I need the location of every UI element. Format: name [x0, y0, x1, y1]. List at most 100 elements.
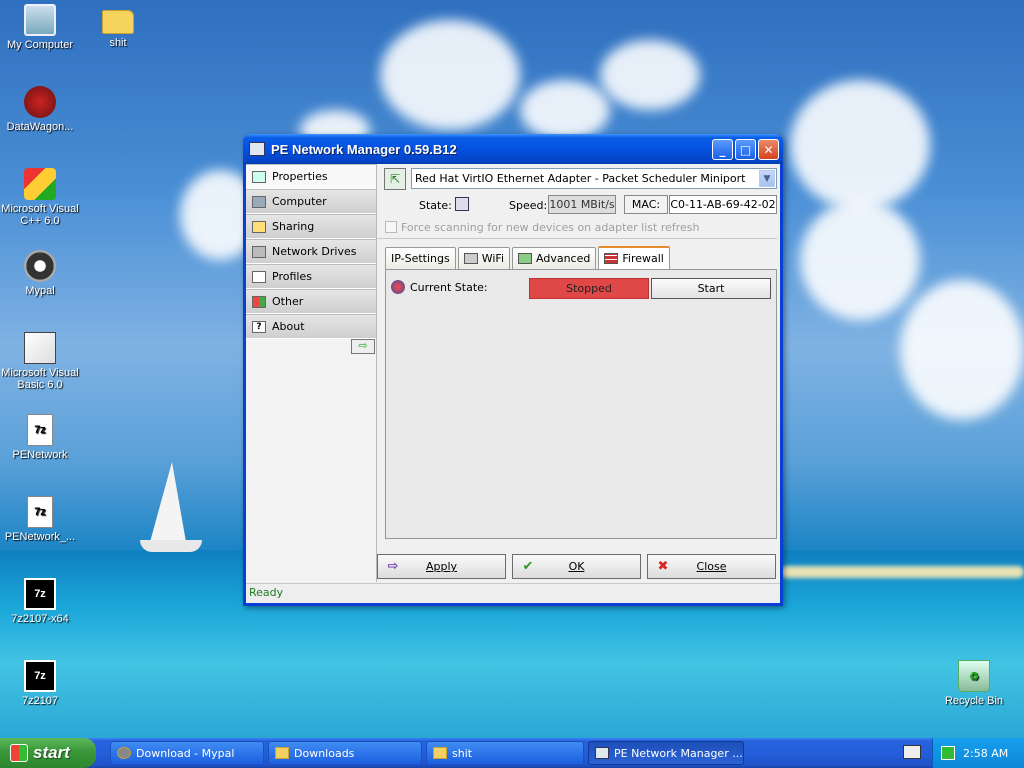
desktop-icon-visual-basic[interactable]: Microsoft Visual Basic 6.0: [0, 332, 80, 391]
divider: [377, 238, 777, 239]
chevron-down-icon[interactable]: ▼: [759, 170, 775, 187]
minimize-button[interactable]: _: [712, 139, 733, 160]
sidebar-item-label: Properties: [272, 170, 328, 183]
desktop-icon-label: PENetwork: [12, 449, 68, 461]
adapter-selected-value: Red Hat VirtIO Ethernet Adapter - Packet…: [415, 172, 746, 185]
arrow-right-icon: ⇨: [387, 559, 399, 574]
network-tray-icon[interactable]: [941, 746, 955, 760]
start-firewall-button[interactable]: Start: [651, 278, 771, 299]
sidebar-item-label: Computer: [272, 195, 327, 208]
taskbar-item-shit[interactable]: shit: [426, 741, 584, 765]
taskbar-item-label: shit: [452, 746, 473, 760]
sidebar-item-sharing[interactable]: Sharing: [246, 214, 376, 239]
sidebar-item-label: About: [272, 320, 305, 333]
adapter-row: ⇱ Red Hat VirtIO Ethernet Adapter - Pack…: [383, 168, 777, 190]
desktop-icon-my-computer[interactable]: My Computer: [0, 4, 80, 51]
taskbar-item-pe-network-manager[interactable]: PE Network Manager ...: [588, 741, 744, 765]
start-button[interactable]: start: [0, 738, 96, 768]
apply-button[interactable]: ⇨ Apply: [377, 554, 506, 579]
desktop-icon-label: 7z2107: [21, 695, 59, 707]
tab-label: Firewall: [622, 252, 664, 265]
mypal-icon: [117, 747, 131, 759]
refresh-adapters-button[interactable]: ⇱: [384, 168, 406, 190]
computer-icon: [252, 195, 266, 208]
network-connected-icon: [455, 197, 469, 211]
desktop-icon-label: Recycle Bin: [944, 695, 1004, 707]
close-window-button[interactable]: ✕: [758, 139, 779, 160]
desktop-icon-label: Microsoft Visual Basic 6.0: [1, 367, 79, 391]
ok-label: OK: [568, 560, 585, 573]
desktop-icon-label: My Computer: [6, 39, 74, 51]
keyboard-icon[interactable]: [903, 745, 921, 759]
sidebar-item-label: Sharing: [272, 220, 315, 233]
desktop-icon-penetwork[interactable]: 7z PENetwork: [0, 414, 80, 461]
desktop-icon-datawagon[interactable]: DataWagon...: [0, 86, 80, 133]
tab-label: IP-Settings: [391, 252, 450, 265]
folder-icon: [102, 10, 134, 34]
sidebar-item-network-drives[interactable]: Network Drives: [246, 239, 376, 264]
visual-cpp-icon: [24, 168, 56, 200]
desktop-icon-mypal[interactable]: Mypal: [0, 250, 80, 297]
pe-network-icon: [595, 747, 609, 759]
force-scan-option: Force scanning for new devices on adapte…: [385, 219, 700, 235]
recycle-bin-icon: ♻: [958, 660, 990, 692]
taskbar-item-downloads[interactable]: Downloads: [268, 741, 422, 765]
state-label: State:: [419, 199, 452, 212]
desktop-icon-shit-folder[interactable]: shit: [78, 4, 158, 49]
desktop-icon-label: shit: [109, 37, 127, 49]
tab-label: WiFi: [481, 252, 505, 265]
7z-icon: 7z: [24, 578, 56, 610]
maximize-button[interactable]: □: [735, 139, 756, 160]
adapter-status-row: State: Speed: 1001 MBit/s MAC: C0-11-AB-…: [383, 195, 777, 217]
sidebar-item-profiles[interactable]: Profiles: [246, 264, 376, 289]
desktop-icon-label: 7z2107-x64: [11, 613, 69, 625]
desktop-icon-penetwork-2[interactable]: 7z PENetwork_...: [0, 496, 80, 543]
desktop-cloud: [800, 200, 920, 320]
force-scan-checkbox[interactable]: [385, 221, 397, 233]
mac-value: C0-11-AB-69-42-02: [669, 195, 777, 214]
adapter-select[interactable]: Red Hat VirtIO Ethernet Adapter - Packet…: [411, 168, 777, 189]
tab-firewall[interactable]: Firewall: [598, 246, 670, 269]
status-bar: Ready: [246, 583, 780, 603]
desktop-icon-recycle-bin[interactable]: ♻ Recycle Bin: [934, 660, 1014, 707]
force-scan-label: Force scanning for new devices on adapte…: [401, 220, 700, 234]
sidebar-item-other[interactable]: Other: [246, 289, 376, 314]
sidebar-nav: Properties Computer Sharing Network Driv…: [246, 164, 377, 582]
desktop-icon-7z2107[interactable]: 7z 7z2107: [0, 660, 80, 707]
tab-ip-settings[interactable]: IP-Settings: [385, 247, 456, 269]
folder-icon: [275, 747, 289, 759]
tab-wifi[interactable]: WiFi: [457, 247, 511, 269]
clock[interactable]: 2:58 AM: [963, 747, 1008, 760]
tab-strip: IP-Settings WiFi Advanced Firewall: [385, 246, 672, 269]
desktop-icon-7z2107-x64[interactable]: 7z 7z2107-x64: [0, 578, 80, 625]
desktop-cloud: [520, 80, 610, 140]
tab-advanced[interactable]: Advanced: [512, 247, 597, 269]
taskbar-item-mypal[interactable]: Download - Mypal: [110, 741, 264, 765]
desktop-cloud: [380, 20, 520, 130]
action-button-row: ⇨ Apply ✔ OK ✖ Close: [377, 554, 777, 579]
ok-button[interactable]: ✔ OK: [512, 554, 641, 579]
sidebar-collapse-arrow-icon[interactable]: ⇨: [351, 339, 375, 354]
window-titlebar[interactable]: PE Network Manager 0.59.B12 _ □ ✕: [243, 134, 783, 164]
firewall-state-icon: [391, 280, 405, 294]
sidebar-item-about[interactable]: ? About: [246, 314, 376, 339]
app-icon: [249, 142, 265, 156]
speed-label: Speed:: [509, 199, 548, 212]
desktop-cloud: [600, 40, 700, 110]
profiles-icon: [252, 270, 266, 283]
sidebar-item-computer[interactable]: Computer: [246, 189, 376, 214]
sidebar-item-properties[interactable]: Properties: [246, 164, 376, 189]
speed-value: 1001 MBit/s: [548, 195, 616, 214]
close-button[interactable]: ✖ Close: [647, 554, 776, 579]
sidebar-item-label: Other: [272, 295, 304, 308]
window-client-area: Properties Computer Sharing Network Driv…: [246, 164, 780, 603]
checkmark-icon: ✔: [522, 559, 534, 574]
desktop-icon-label: Mypal: [25, 285, 55, 297]
desktop-icon-visual-cpp[interactable]: Microsoft Visual C++ 6.0: [0, 168, 80, 227]
window-controls: _ □ ✕: [712, 139, 779, 160]
desktop-cloud: [790, 80, 930, 210]
desktop-cloud: [900, 280, 1024, 420]
visual-basic-icon: [24, 332, 56, 364]
my-computer-icon: [24, 4, 56, 36]
network-drives-icon: [252, 245, 266, 258]
